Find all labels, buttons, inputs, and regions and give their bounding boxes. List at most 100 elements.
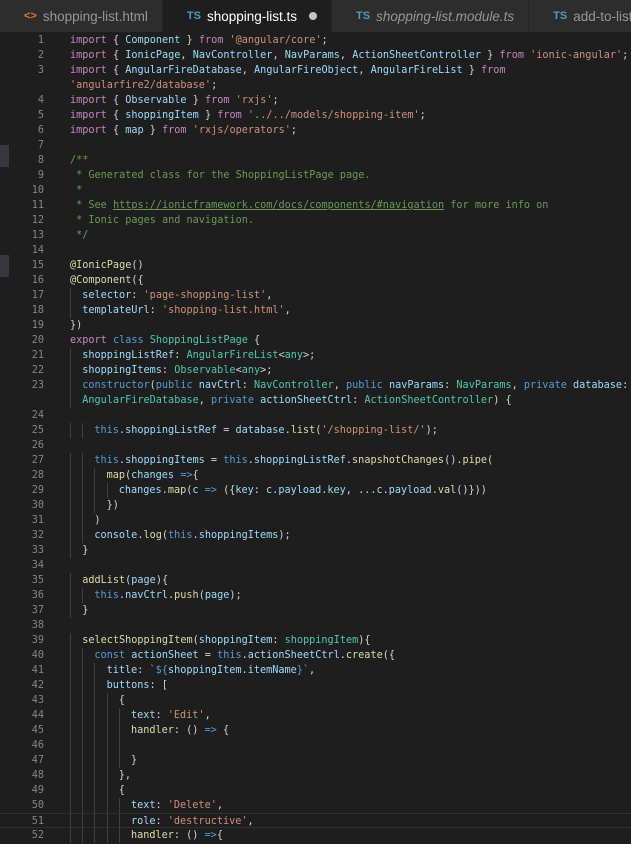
code-token: } xyxy=(82,545,89,556)
code-line[interactable]: 36 this.navCtrl.push(page); xyxy=(0,588,631,603)
tab-shopping-list-ts[interactable]: TS shopping-list.ts xyxy=(162,0,333,32)
code-line[interactable]: 27 this.shoppingItems = this.shoppingList… xyxy=(0,453,631,468)
code-line[interactable]: 3 import { AngularFireDatabase, AngularFi… xyxy=(0,63,631,78)
indent-guide xyxy=(106,814,119,829)
code-line[interactable]: 31) xyxy=(0,513,631,528)
code-text: import { Observable } from 'rxjs'; xyxy=(70,93,279,108)
code-token: { xyxy=(216,830,223,841)
code-line[interactable]: 14 xyxy=(0,243,631,258)
code-token: page xyxy=(204,590,230,601)
code-line[interactable]: 48}, xyxy=(0,768,631,783)
comment-link[interactable]: https://ionicframework.com/docs/componen… xyxy=(113,200,444,211)
code-line[interactable]: 52 handler: () =>{ xyxy=(0,828,631,843)
code-line[interactable]: 18 templateUrl: 'shopping-list.html', xyxy=(0,303,631,318)
code-line[interactable]: 12 * Ionic pages and navigation. xyxy=(0,213,631,228)
code-line[interactable]: 40 const actionSheet = this.actionSheetCt… xyxy=(0,648,631,663)
code-line[interactable]: 51 role: 'destructive', xyxy=(0,813,631,829)
indent-guide xyxy=(70,303,82,318)
code-token: */ xyxy=(70,230,89,241)
code-token: ; xyxy=(272,95,279,106)
indent-guide xyxy=(82,753,94,768)
code-line[interactable]: 33} xyxy=(0,543,631,558)
code-line[interactable]: 10 * xyxy=(0,183,631,198)
code-token: } xyxy=(198,110,218,121)
code-token: => xyxy=(204,485,217,496)
line-number: 49 xyxy=(31,785,44,796)
code-line[interactable]: 11 * See https://ionicframework.com/docs… xyxy=(0,198,631,213)
code-line[interactable]: 46 xyxy=(0,738,631,753)
code-line[interactable]: 24 xyxy=(0,408,631,423)
code-line[interactable]: 5 import { shoppingItem } from '../../mod… xyxy=(0,108,631,123)
code-editor[interactable]: 1 import { Component } from '@angular/cor… xyxy=(0,33,631,844)
code-token: , xyxy=(241,65,255,76)
code-line[interactable]: 21 shoppingListRef: AngularFireList<any>; xyxy=(0,348,631,363)
code-line[interactable]: 16 @Component({ xyxy=(0,273,631,288)
indent-guide xyxy=(82,798,94,813)
code-line[interactable]: 6 import { map } from 'rxjs/operators'; xyxy=(0,123,631,138)
line-number: 45 xyxy=(31,725,44,736)
code-line[interactable]: 41 title: `${shoppingItem.itemName}`, xyxy=(0,663,631,678)
code-line[interactable]: AngularFireDatabase, private actionSheet… xyxy=(0,393,631,408)
code-line[interactable]: 42 buttons: [ xyxy=(0,678,631,693)
code-token: shoppingItems xyxy=(125,455,205,466)
code-line[interactable]: 32 console.log(this.shoppingItems); xyxy=(0,528,631,543)
code-token: = xyxy=(198,650,218,661)
code-line[interactable]: 23 constructor(public navCtrl: NavControl… xyxy=(0,378,631,393)
tab-shopping-list-html[interactable]: <> shopping-list.html xyxy=(0,0,163,32)
code-line[interactable]: 39 selectShoppingItem(shoppingItem: shopp… xyxy=(0,633,631,648)
tab-add-to-list-ts[interactable]: TS add-to-list.ts xyxy=(529,0,631,32)
code-line[interactable]: 47} xyxy=(0,753,631,768)
code-line[interactable]: 19}) xyxy=(0,318,631,333)
code-token: database xyxy=(235,425,285,436)
unsaved-changes-dot-icon[interactable] xyxy=(309,12,318,20)
code-token: selectShoppingItem xyxy=(82,635,193,646)
code-line[interactable]: 34 xyxy=(0,558,631,573)
code-line[interactable]: 9 * Generated class for the ShoppingList… xyxy=(0,168,631,183)
code-text: this.shoppingItems = this.shoppingListRe… xyxy=(70,453,493,468)
code-line[interactable]: 43 { xyxy=(0,693,631,708)
code-line[interactable]: 22 shoppingItems: Observable<any>; xyxy=(0,363,631,378)
indent-guide xyxy=(70,363,82,378)
code-token: 'Delete' xyxy=(167,800,217,811)
code-line[interactable]: 50 text: 'Delete', xyxy=(0,798,631,813)
code-line[interactable]: 4 import { Observable } from 'rxjs'; xyxy=(0,93,631,108)
code-line[interactable]: 38 xyxy=(0,618,631,633)
code-text: ) xyxy=(70,513,101,528)
code-token: * See xyxy=(70,200,113,211)
indent-guide xyxy=(106,798,119,813)
code-line[interactable]: 1 import { Component } from '@angular/cor… xyxy=(0,33,631,48)
code-token: 'Edit' xyxy=(167,710,205,721)
code-line[interactable]: 17 selector: 'page-shopping-list', xyxy=(0,288,631,303)
code-line[interactable]: 49 { xyxy=(0,783,631,798)
code-line[interactable]: 28 map(changes =>{ xyxy=(0,468,631,483)
code-line[interactable]: 2 import { IonicPage, NavController, NavP… xyxy=(0,48,631,63)
code-token: map xyxy=(125,125,144,136)
code-line[interactable]: 'angularfire2/database'; xyxy=(0,78,631,93)
code-line[interactable]: 8 /** xyxy=(0,153,631,168)
line-number: 38 xyxy=(31,620,44,631)
code-token: shoppingItem xyxy=(167,665,242,676)
code-text: { xyxy=(70,783,125,798)
line-number: 20 xyxy=(31,335,44,346)
line-number: 13 xyxy=(31,230,44,241)
tab-shopping-list-module-ts[interactable]: TS shopping-list.module.ts xyxy=(332,0,530,32)
code-line[interactable]: 35 addList(page){ xyxy=(0,573,631,588)
line-number: 2 xyxy=(37,50,44,61)
code-line[interactable]: 20 export class ShoppingListPage { xyxy=(0,333,631,348)
code-line[interactable]: 44 text: 'Edit', xyxy=(0,708,631,723)
code-line[interactable]: 13 */ xyxy=(0,228,631,243)
code-line[interactable]: 37} xyxy=(0,603,631,618)
code-line[interactable]: 25 this.shoppingListRef = database.list('… xyxy=(0,423,631,438)
indent-guide xyxy=(106,783,119,798)
code-line[interactable]: 30}) xyxy=(0,498,631,513)
code-line[interactable]: 29 changes.map(c => ({key: c.payload.key,… xyxy=(0,483,631,498)
code-token: import xyxy=(70,50,107,61)
code-line[interactable]: 45 handler: () => { xyxy=(0,723,631,738)
code-text: buttons: [ xyxy=(70,678,168,693)
code-token: , xyxy=(216,800,223,811)
code-token: shoppingItems xyxy=(82,365,162,376)
code-line[interactable]: 26 xyxy=(0,438,631,453)
code-line[interactable]: 15 @IonicPage() xyxy=(0,258,631,273)
code-token: ); xyxy=(425,425,438,436)
code-line[interactable]: 7 xyxy=(0,138,631,153)
